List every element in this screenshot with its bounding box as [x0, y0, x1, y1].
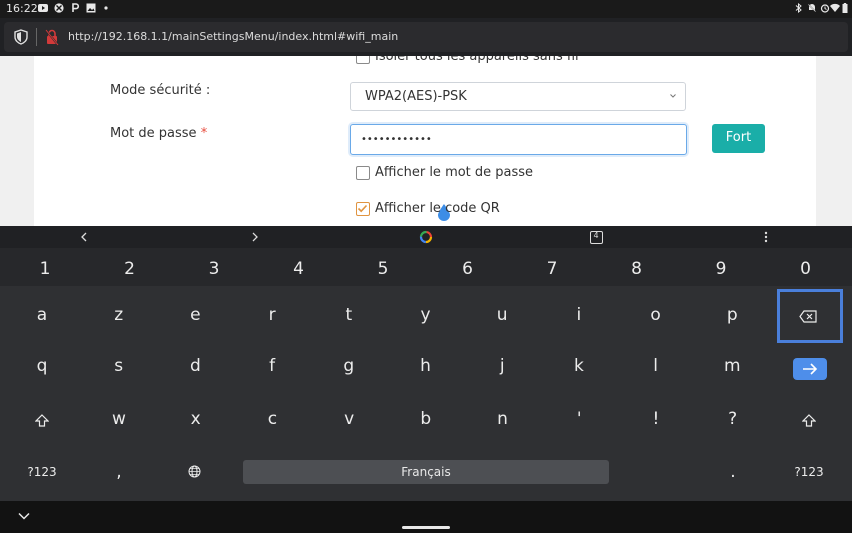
key-row2-3[interactable]: f	[252, 356, 292, 376]
key-row1-6[interactable]: u	[482, 305, 522, 325]
show-qr-checkbox[interactable]	[356, 202, 370, 216]
clipboard-icon[interactable]: 4	[590, 231, 603, 244]
key-row1-3[interactable]: r	[252, 305, 292, 325]
home-gesture-bar[interactable]	[402, 526, 450, 529]
show-qr-label: Afficher le code QR	[375, 201, 500, 216]
password-input[interactable]: ••••••••••••	[350, 124, 687, 155]
globe-icon[interactable]	[188, 465, 201, 478]
key-1[interactable]: 1	[25, 259, 65, 279]
key-row1-8[interactable]: o	[636, 305, 676, 325]
key-row3-0[interactable]: w	[99, 409, 139, 429]
show-password-label: Afficher le mot de passe	[375, 165, 534, 180]
alarm-icon	[820, 4, 830, 13]
gboard-icon[interactable]	[419, 230, 433, 244]
web-page: Isoler tous les appareils sans fil Mode …	[0, 56, 852, 226]
image-icon	[86, 3, 96, 13]
symbols-left-key[interactable]: ?123	[22, 465, 62, 479]
key-row1-7[interactable]: i	[559, 305, 599, 325]
bluetooth-icon	[795, 3, 802, 13]
key-row3-8[interactable]: ?	[713, 409, 753, 429]
space-key[interactable]: Français	[243, 460, 609, 484]
key-row3-1[interactable]: x	[176, 409, 216, 429]
key-4[interactable]: 4	[279, 259, 319, 279]
hide-keyboard-icon[interactable]	[18, 512, 30, 520]
backspace-key[interactable]	[799, 310, 817, 323]
key-8[interactable]: 8	[617, 259, 657, 279]
key-row1-0[interactable]: a	[22, 305, 62, 325]
p-icon	[72, 3, 80, 12]
more-icon[interactable]	[764, 231, 768, 243]
key-row3-6[interactable]: '	[559, 409, 599, 429]
arrow-right-icon	[803, 363, 818, 375]
shift-left-key[interactable]	[35, 414, 49, 427]
key-5[interactable]: 5	[363, 259, 403, 279]
divider	[36, 28, 37, 46]
key-6[interactable]: 6	[448, 259, 488, 279]
comma-key[interactable]: ,	[99, 462, 139, 482]
key-row2-9[interactable]: m	[712, 356, 752, 376]
isolate-devices-label: Isoler tous les appareils sans fil	[375, 56, 579, 64]
chevron-left-icon[interactable]	[80, 232, 88, 242]
key-row1-1[interactable]: z	[99, 305, 139, 325]
key-row2-0[interactable]: q	[22, 356, 62, 376]
password-strength-badge: Fort	[712, 124, 765, 153]
key-2[interactable]: 2	[110, 259, 150, 279]
key-row3-3[interactable]: v	[329, 409, 369, 429]
dot-icon	[104, 6, 108, 10]
chevron-right-icon[interactable]	[251, 232, 259, 242]
key-row2-8[interactable]: l	[636, 356, 676, 376]
chevron-down-icon	[670, 94, 676, 98]
enter-key[interactable]	[793, 358, 827, 380]
security-mode-value: WPA2(AES)-PSK	[365, 89, 467, 104]
url-text[interactable]: http://192.168.1.1/mainSettingsMenu/inde…	[68, 30, 398, 43]
shift-right-key[interactable]	[802, 414, 816, 427]
status-bar: 16:22	[0, 0, 852, 18]
key-row1-2[interactable]: e	[175, 305, 215, 325]
key-3[interactable]: 3	[194, 259, 234, 279]
key-row2-4[interactable]: g	[329, 356, 369, 376]
key-row2-1[interactable]: s	[99, 356, 139, 376]
address-bar[interactable]: http://192.168.1.1/mainSettingsMenu/inde…	[4, 22, 848, 52]
key-row3-7[interactable]: !	[636, 409, 676, 429]
insecure-lock-icon[interactable]	[44, 28, 60, 46]
security-mode-select[interactable]: WPA2(AES)-PSK	[350, 82, 686, 111]
shield-icon[interactable]	[14, 29, 28, 45]
password-label-text: Mot de passe	[110, 126, 197, 141]
keyboard-toolbar: 4	[0, 226, 852, 248]
battery-icon	[842, 3, 848, 13]
wifi-settings-card: Isoler tous les appareils sans fil Mode …	[34, 56, 816, 226]
checkmark-icon	[357, 204, 368, 213]
youtube-icon	[38, 4, 48, 12]
key-row1-9[interactable]: p	[712, 305, 752, 325]
key-row2-6[interactable]: j	[482, 356, 522, 376]
required-mark: *	[200, 126, 208, 141]
xbox-icon	[54, 3, 64, 13]
mute-icon	[807, 3, 817, 13]
clock: 16:22	[6, 2, 38, 15]
key-row2-7[interactable]: k	[559, 356, 599, 376]
navigation-bar	[0, 501, 852, 533]
on-screen-keyboard: 4 ?123 , Français . ?123 1 2 3 4 5 6 7 8 9 0 a z e r t…	[0, 226, 852, 501]
key-row2-2[interactable]: d	[175, 356, 215, 376]
wifi-icon	[830, 3, 840, 13]
isolate-devices-checkbox[interactable]	[356, 56, 370, 64]
screen: 16:22 http://192.168.1.1/mainSettingsMen…	[0, 0, 852, 533]
key-row3-4[interactable]: b	[406, 409, 446, 429]
key-row2-5[interactable]: h	[406, 356, 446, 376]
key-7[interactable]: 7	[532, 259, 572, 279]
password-value: ••••••••••••	[361, 134, 432, 145]
clipboard-count: 4	[593, 231, 599, 240]
key-row3-5[interactable]: n	[483, 409, 523, 429]
password-label: Mot de passe *	[110, 126, 207, 141]
period-key[interactable]: .	[713, 462, 753, 482]
key-row1-4[interactable]: t	[329, 305, 369, 325]
show-password-checkbox[interactable]	[356, 166, 370, 180]
browser-toolbar: http://192.168.1.1/mainSettingsMenu/inde…	[0, 18, 852, 56]
key-row1-5[interactable]: y	[406, 305, 446, 325]
key-row3-2[interactable]: c	[252, 409, 292, 429]
key-0[interactable]: 0	[786, 259, 826, 279]
key-9[interactable]: 9	[701, 259, 741, 279]
symbols-right-key[interactable]: ?123	[789, 465, 829, 479]
security-mode-label: Mode sécurité :	[110, 83, 211, 98]
